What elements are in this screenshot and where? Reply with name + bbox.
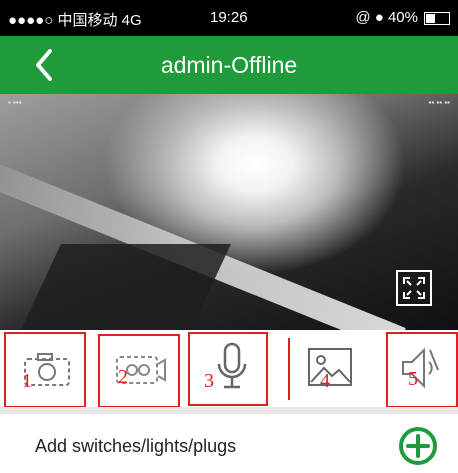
snapshot-button[interactable]: 1 — [0, 330, 88, 408]
tool-number: 1 — [22, 370, 32, 392]
microphone-button[interactable]: 3 — [186, 330, 270, 408]
add-devices-label: Add switches/lights/plugs — [35, 436, 237, 456]
control-toolbar: 1 2 3 4 5 — [0, 330, 458, 410]
speaker-button[interactable]: 5 — [384, 330, 458, 408]
video-scene-shadow — [19, 244, 231, 330]
app-header: admin-Offline — [0, 36, 458, 94]
video-osd-right: ▪▪ ▪▪ ▪▪ — [428, 98, 450, 107]
highlight-box — [288, 338, 290, 400]
section-divider — [0, 407, 458, 414]
status-indicators: @ ● 40% — [355, 9, 418, 26]
battery-icon — [424, 12, 450, 25]
carrier-signal: ●●●●○ 中国移动 4G — [8, 12, 142, 29]
tool-number: 5 — [408, 368, 418, 390]
record-button[interactable]: 2 — [96, 330, 182, 408]
add-devices-row[interactable]: Add switches/lights/plugs — [0, 414, 458, 473]
fullscreen-button[interactable] — [396, 270, 432, 306]
status-time: 19:26 — [210, 9, 248, 26]
video-osd-left: ▪ ▪▪▪ — [8, 98, 22, 107]
microphone-icon — [217, 342, 247, 389]
tool-number: 3 — [204, 370, 214, 392]
fullscreen-icon — [403, 277, 425, 299]
image-gallery-icon — [308, 348, 352, 386]
plus-circle-icon — [399, 427, 437, 465]
gallery-button[interactable]: 4 — [288, 330, 374, 408]
battery-level — [426, 14, 435, 23]
page-title: admin-Offline — [160, 52, 298, 78]
tool-number: 4 — [320, 370, 330, 392]
status-bar: ●●●●○ 中国移动 4G 19:26 @ ● 40% — [0, 0, 458, 36]
tool-number: 2 — [118, 366, 128, 388]
add-device-button[interactable] — [398, 426, 438, 466]
speaker-muted-icon — [402, 347, 439, 389]
camera-video-feed[interactable]: ▪ ▪▪▪ ▪▪ ▪▪ ▪▪ — [0, 94, 458, 330]
